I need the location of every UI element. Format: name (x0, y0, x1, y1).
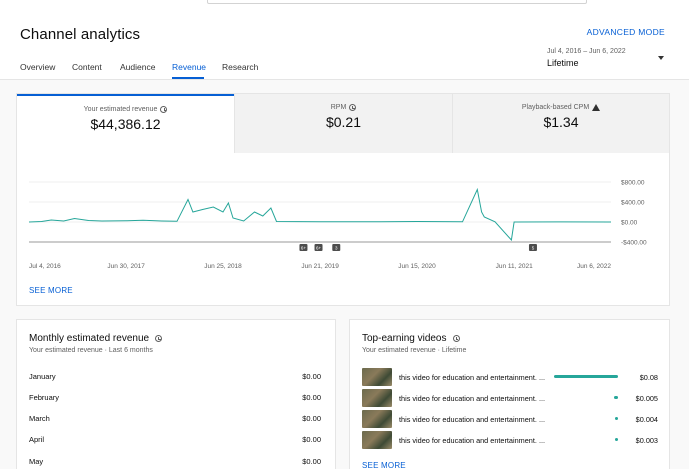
video-amount: $0.003 (635, 436, 658, 445)
card-subtitle: Your estimated revenue · Lifetime (362, 347, 467, 354)
date-range-picker[interactable]: Jul 4, 2016 – Jun 6, 2022 Lifetime (547, 48, 626, 68)
month-label: April (29, 435, 45, 444)
list-item: May $0.00 (29, 457, 321, 466)
video-title[interactable]: this video for education and entertainme… (399, 394, 545, 403)
clock-icon (160, 106, 168, 113)
video-amount: $0.004 (635, 415, 658, 424)
date-range-text: Jul 4, 2016 – Jun 6, 2022 (547, 48, 626, 55)
series-line (28, 187, 612, 242)
x-tick-label: Jun 21, 2019 (301, 263, 339, 270)
metric-value: $44,386.12 (90, 116, 161, 132)
metric-tab-playback-cpm[interactable]: Playback-based CPM $1.34 (452, 94, 669, 153)
video-thumbnail[interactable] (362, 410, 392, 428)
x-tick-label: Jun 30, 2017 (107, 263, 145, 270)
x-tick-label: Jun 11, 2021 (496, 263, 533, 270)
month-amount: $0.00 (302, 457, 321, 466)
event-marker-label: 6+ (301, 246, 307, 251)
month-amount: $0.00 (302, 435, 321, 444)
clock-icon (155, 335, 163, 342)
metric-label: RPM (330, 104, 347, 111)
video-title[interactable]: this video for education and entertainme… (399, 436, 545, 445)
month-label: February (29, 393, 60, 402)
month-amount: $0.00 (302, 414, 321, 423)
clock-icon (452, 335, 460, 342)
table-row[interactable]: this video for education and entertainme… (362, 368, 658, 386)
list-item: January $0.00 (29, 372, 321, 381)
monthly-revenue-card: Monthly estimated revenue Your estimated… (16, 319, 336, 469)
metric-value: $0.21 (325, 114, 362, 130)
metric-label: Your estimated revenue (83, 106, 158, 113)
y-tick-label: $800.00 (621, 180, 645, 187)
x-tick-label: Jul 4, 2016 (29, 263, 61, 270)
x-tick-label: Jun 15, 2020 (398, 263, 436, 270)
date-range-label: Lifetime (547, 58, 579, 68)
see-more-link[interactable]: SEE MORE (362, 461, 406, 469)
page-header: Channel analytics ADVANCED MODE Overview… (0, 14, 689, 80)
card-subtitle: Your estimated revenue · Last 6 months (29, 347, 153, 354)
month-amount: $0.00 (302, 372, 321, 381)
tab-revenue[interactable]: Revenue (172, 62, 206, 72)
tab-content[interactable]: Content (72, 62, 102, 72)
metric-label: Playback-based CPM (521, 104, 590, 111)
metric-value: $1.34 (543, 114, 579, 130)
warning-icon (592, 104, 601, 111)
video-title[interactable]: this video for education and entertainme… (399, 415, 545, 424)
revenue-share-bar (615, 417, 618, 420)
month-label: March (29, 414, 50, 423)
video-thumbnail[interactable] (362, 368, 392, 386)
see-more-link[interactable]: SEE MORE (29, 286, 73, 295)
video-title[interactable]: this video for education and entertainme… (399, 373, 545, 382)
list-item: April $0.00 (29, 435, 321, 444)
card-title: Top-earning videos (362, 333, 447, 344)
x-tick-label: Jun 6, 2022 (577, 263, 611, 270)
search-input[interactable] (207, 0, 587, 4)
list-item: February $0.00 (29, 393, 321, 402)
y-tick-label: -$400.00 (621, 240, 647, 247)
event-marker-label: 6+ (316, 246, 322, 251)
table-row[interactable]: this video for education and entertainme… (362, 410, 658, 428)
y-tick-label: $0.00 (621, 220, 638, 227)
month-amount: $0.00 (302, 393, 321, 402)
revenue-share-bar (614, 396, 618, 399)
month-label: May (29, 457, 44, 466)
advanced-mode-button[interactable]: ADVANCED MODE (587, 27, 665, 37)
page-title: Channel analytics (20, 26, 141, 43)
tab-overview[interactable]: Overview (20, 62, 55, 72)
y-tick-label: $400.00 (621, 200, 645, 207)
metric-tab-estimated-revenue[interactable]: Your estimated revenue $44,386.12 (17, 94, 234, 153)
metric-tab-rpm[interactable]: RPM $0.21 (234, 94, 452, 153)
active-tab-indicator (172, 77, 204, 79)
video-amount: $0.005 (635, 394, 658, 403)
table-row[interactable]: this video for education and entertainme… (362, 431, 658, 449)
revenue-share-bar (554, 375, 618, 378)
card-title: Monthly estimated revenue (29, 333, 150, 344)
table-row[interactable]: this video for education and entertainme… (362, 389, 658, 407)
month-label: January (29, 372, 56, 381)
revenue-line-chart: $800.00 $400.00 $0.00 -$400.00 Jul 4, 2016 Ju… (28, 180, 647, 270)
list-item: March $0.00 (29, 414, 321, 423)
top-bar (0, 0, 689, 14)
revenue-overview-card: Your estimated revenue $44,386.12 RPM $0… (16, 93, 670, 306)
clock-icon (349, 104, 357, 111)
chevron-down-icon[interactable] (658, 56, 664, 60)
video-amount: $0.08 (639, 373, 658, 382)
tab-audience[interactable]: Audience (120, 62, 155, 72)
video-thumbnail[interactable] (362, 431, 392, 449)
x-tick-label: Jun 25, 2018 (204, 263, 242, 270)
video-thumbnail[interactable] (362, 389, 392, 407)
revenue-share-bar (615, 438, 618, 441)
tab-research[interactable]: Research (222, 62, 258, 72)
top-earning-videos-card: Top-earning videos Your estimated revenu… (349, 319, 670, 469)
